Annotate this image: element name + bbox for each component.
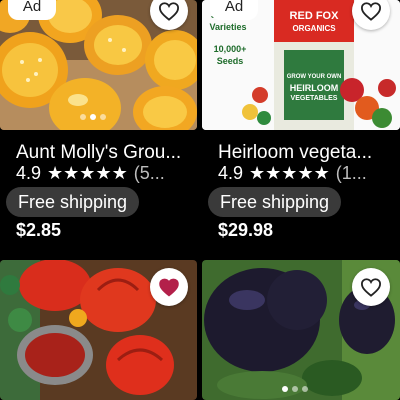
carousel-dot — [292, 386, 298, 392]
ad-badge: Ad — [210, 0, 258, 20]
carousel-dot — [90, 114, 96, 120]
listing-card-4[interactable] — [202, 260, 400, 400]
favorite-button[interactable] — [352, 268, 390, 306]
image-text-vegetables: VEGETABLES — [290, 95, 338, 102]
review-count: (5... — [133, 163, 165, 183]
free-shipping-badge: Free shipping — [6, 187, 140, 217]
listing-card-1[interactable]: Ad Aunt Molly's Grou... 4.9 ★★★★★ (5... … — [0, 0, 200, 260]
favorite-button[interactable] — [150, 268, 188, 306]
listing-price: $2.85 — [16, 220, 62, 240]
image-carousel-dots — [80, 114, 106, 120]
image-text-heirloom: HEIRLOOM — [289, 83, 339, 93]
carousel-dot — [282, 386, 288, 392]
review-count: (1... — [335, 163, 367, 183]
heart-outline-icon — [158, 2, 180, 21]
ad-badge: Ad — [8, 0, 56, 20]
listing-card-2[interactable]: 35 Seed Varieties 10,000+ Seeds RED FOX … — [202, 0, 400, 260]
rating-value: 4.9 — [16, 163, 42, 183]
carousel-dot — [302, 386, 308, 392]
free-shipping-badge: Free shipping — [208, 187, 342, 217]
image-text-brand-line2: ORGANICS — [292, 24, 336, 33]
heart-outline-icon — [360, 2, 382, 21]
carousel-dot — [100, 114, 106, 120]
star-rating-icon: ★★★★★ — [249, 163, 330, 183]
rating-value: 4.9 — [218, 163, 244, 183]
heart-filled-icon — [159, 278, 179, 297]
rating-row: 4.9 ★★★★★ (5... — [16, 163, 165, 184]
heart-outline-icon — [360, 278, 382, 297]
image-text-seeds: 10,000+ Seeds — [213, 44, 247, 66]
rating-row: 4.9 ★★★★★ (1... — [218, 163, 367, 184]
listing-title[interactable]: Heirloom vegeta... — [218, 142, 398, 164]
listing-title[interactable]: Aunt Molly's Grou... — [16, 142, 196, 164]
listing-card-3[interactable] — [0, 260, 200, 400]
star-rating-icon: ★★★★★ — [47, 163, 128, 183]
carousel-dot — [80, 114, 86, 120]
image-text-brand-line1: RED FOX — [289, 10, 339, 22]
image-carousel-dots — [282, 386, 308, 392]
listing-price: $29.98 — [218, 220, 274, 240]
image-text-grow: GROW YOUR OWN — [286, 74, 342, 80]
